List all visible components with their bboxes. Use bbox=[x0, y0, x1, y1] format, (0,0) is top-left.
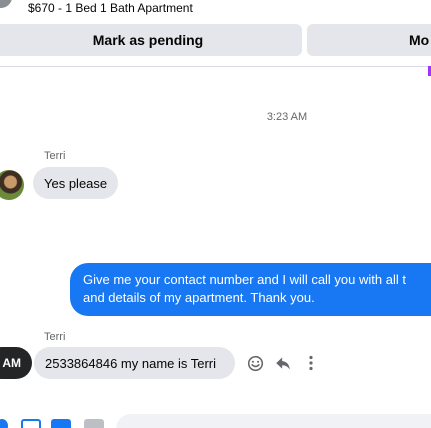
message-text-line: and details of my apartment. Thank you. bbox=[83, 290, 315, 305]
plus-icon[interactable] bbox=[0, 419, 8, 428]
message-timestamp: 3:23 AM bbox=[266, 111, 308, 123]
reply-icon[interactable] bbox=[273, 353, 293, 373]
hover-time-tooltip: AM bbox=[0, 347, 32, 379]
smile-icon[interactable] bbox=[245, 353, 265, 373]
mark-as-pending-button[interactable]: Mark as pending bbox=[0, 24, 302, 56]
gif-icon[interactable] bbox=[84, 419, 104, 428]
avatar[interactable] bbox=[0, 170, 24, 200]
listing-title[interactable]: $670 - 1 Bed 1 Bath Apartment bbox=[28, 1, 193, 15]
listing-thumbnail[interactable] bbox=[0, 0, 12, 8]
sender-name: Terri bbox=[44, 150, 66, 162]
incoming-message-bubble[interactable]: 2533864846 my name is Terri bbox=[34, 347, 235, 379]
sticker-icon[interactable] bbox=[51, 419, 71, 428]
outgoing-message-bubble[interactable]: Give me your contact number and I will c… bbox=[70, 263, 431, 316]
message-text: Yes please bbox=[44, 175, 108, 191]
message-text: 2533864846 my name is Terri bbox=[45, 355, 217, 371]
message-text-line: Give me your contact number and I will c… bbox=[83, 272, 406, 287]
more-button[interactable]: Mo bbox=[307, 24, 431, 56]
sender-name: Terri bbox=[44, 331, 66, 343]
incoming-message-bubble[interactable]: Yes please bbox=[33, 167, 119, 199]
more-vertical-icon[interactable] bbox=[301, 353, 321, 373]
header-divider bbox=[0, 66, 431, 67]
message-input[interactable] bbox=[116, 414, 431, 428]
photo-icon[interactable] bbox=[21, 419, 41, 428]
